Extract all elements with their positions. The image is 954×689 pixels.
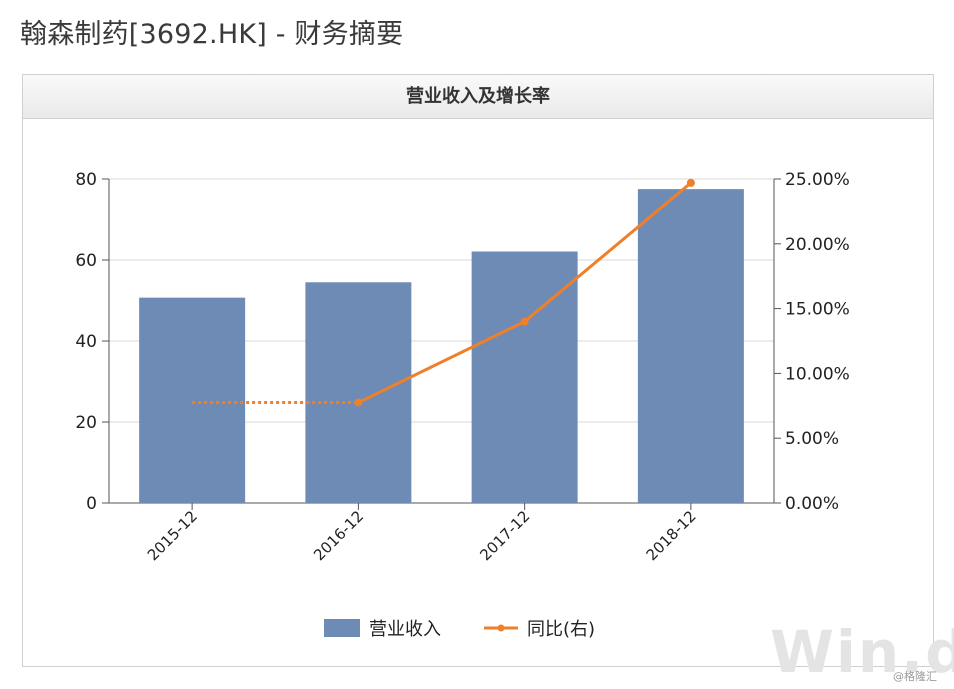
right-axis-tick-label: 15.00%: [785, 300, 850, 320]
x-axis-tick-label: 2018-12: [643, 507, 700, 564]
legend-swatch-growth-marker: [497, 624, 505, 632]
bar-revenue: [637, 189, 744, 503]
x-axis-tick-label: 2015-12: [144, 507, 201, 564]
x-axis-tick-label: 2017-12: [476, 507, 533, 564]
revenue-growth-chart: 0 20 40 60 80 0.00% 5.00% 10.00% 15.00% 20.00% 25.…: [75, 170, 850, 640]
right-axis-tick-label: 5.00%: [785, 429, 839, 449]
right-axis-tick-label: 0.00%: [785, 494, 839, 514]
right-axis-tick-label: 10.00%: [785, 364, 850, 384]
chart-panel: 营业收入及增长率 0 20 40 60 80 0.00% 5.00% 10.00% 15.00%…: [22, 74, 934, 667]
left-axis-tick-label: 40: [75, 332, 97, 352]
legend-swatch-revenue: [324, 619, 360, 637]
x-axis-tick-label: 2016-12: [310, 507, 367, 564]
left-axis-tick-label: 0: [86, 494, 97, 514]
right-axis-tick-label: 20.00%: [785, 235, 850, 255]
gelonghui-credit: @格隆汇: [893, 670, 937, 683]
left-axis-tick-label: 20: [75, 413, 97, 433]
left-axis-tick-label: 60: [75, 251, 97, 271]
bar-revenue: [139, 297, 246, 503]
bar-revenue: [305, 282, 412, 503]
page-title: 翰森制药[3692.HK] - 财务摘要: [20, 19, 404, 50]
legend-label-revenue: 营业收入: [369, 619, 441, 640]
left-axis-tick-label: 80: [75, 170, 97, 190]
growth-point: [520, 317, 529, 326]
legend-label-growth: 同比(右): [527, 619, 595, 640]
right-axis-tick-label: 25.00%: [785, 170, 850, 190]
growth-point: [354, 398, 363, 407]
growth-point: [686, 178, 695, 187]
